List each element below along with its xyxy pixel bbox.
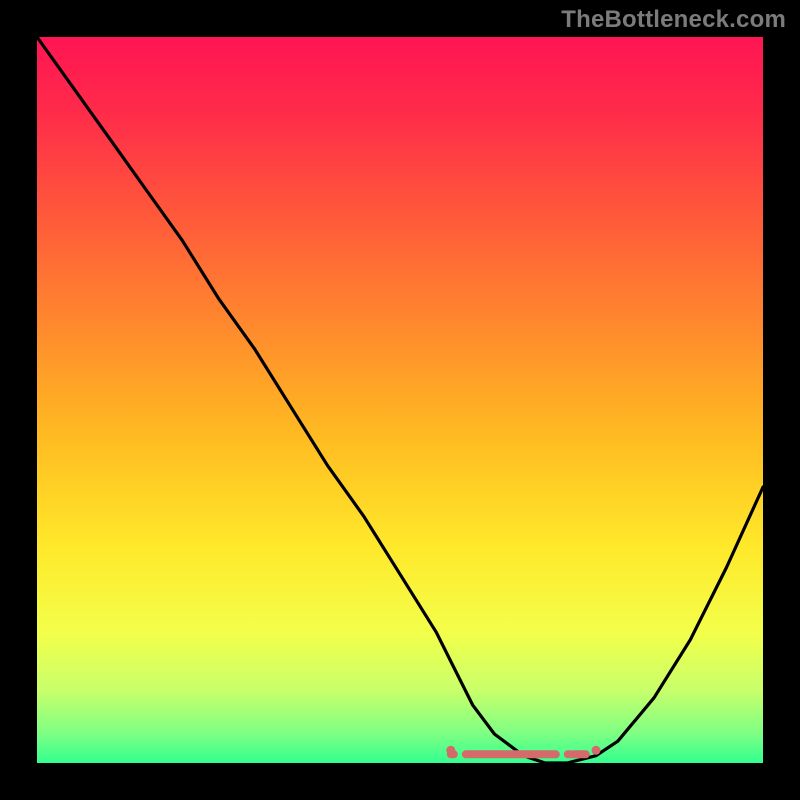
chart-container: TheBottleneck.com xyxy=(0,0,800,800)
gradient-background xyxy=(37,37,763,763)
bottleneck-curve-chart xyxy=(0,0,800,800)
watermark-text: TheBottleneck.com xyxy=(561,6,786,34)
